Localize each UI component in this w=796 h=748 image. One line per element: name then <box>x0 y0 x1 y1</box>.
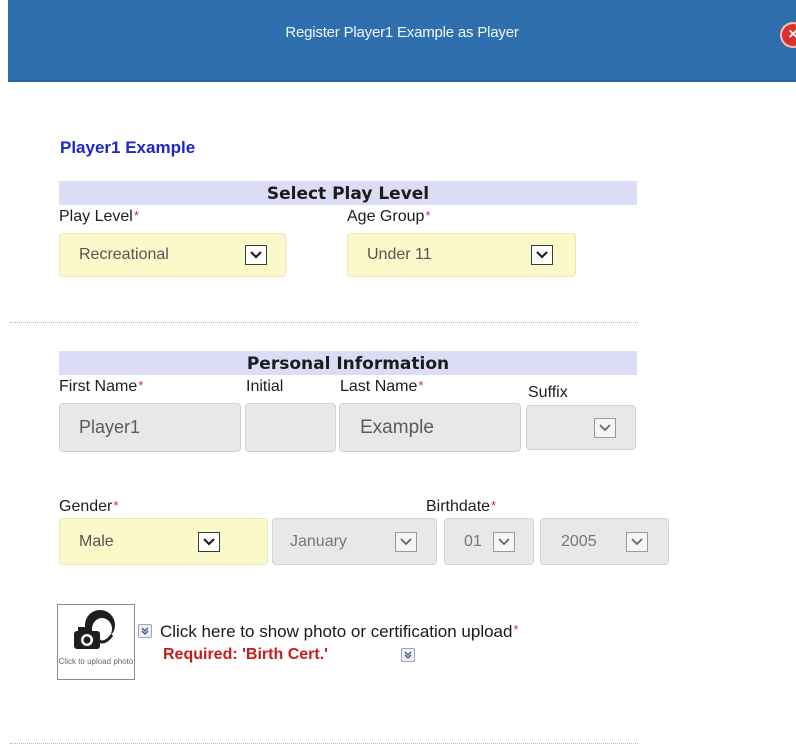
play-level-label: Play Level* <box>59 208 139 225</box>
birth-month-select[interactable]: January <box>272 518 437 565</box>
gender-select[interactable]: Male <box>59 518 268 565</box>
play-level-select[interactable]: Recreational <box>59 233 286 277</box>
first-name-label: First Name* <box>59 378 144 395</box>
player-name: Player1 Example <box>60 138 196 157</box>
double-chevron-down-icon[interactable] <box>401 648 415 662</box>
gender-label: Gender* <box>59 498 119 515</box>
show-upload-link[interactable]: Click here to show photo or certificatio… <box>160 622 519 642</box>
upload-photo-button[interactable]: Click to upload photo <box>57 604 135 680</box>
initial-field[interactable] <box>245 403 336 452</box>
required-marker: * <box>425 208 431 223</box>
birth-year-value: 2005 <box>561 532 597 550</box>
chevron-down-icon[interactable] <box>395 532 417 552</box>
chevron-down-icon[interactable] <box>493 532 515 552</box>
dialog-header: Register Player1 Example as Player <box>8 0 796 82</box>
chevron-down-icon[interactable] <box>531 245 553 265</box>
chevron-down-icon[interactable] <box>594 418 616 438</box>
required-marker: * <box>133 208 139 223</box>
chevron-down-icon[interactable] <box>245 245 267 265</box>
birth-month-value: January <box>290 532 347 550</box>
initial-label: Initial <box>246 378 284 395</box>
birthdate-label: Birthdate* <box>426 498 497 515</box>
last-name-label: Last Name* <box>340 378 424 395</box>
birth-year-select[interactable]: 2005 <box>540 518 669 565</box>
birth-day-value: 01 <box>464 532 482 550</box>
section-heading-play-level: Select Play Level <box>59 181 637 205</box>
gender-value: Male <box>79 532 114 550</box>
section-heading-personal-info: Personal Information <box>59 351 637 375</box>
chevron-down-icon[interactable] <box>626 532 648 552</box>
birth-day-select[interactable]: 01 <box>444 518 534 565</box>
camera-caption: Click to upload photo <box>58 657 134 666</box>
last-name-field[interactable]: Example <box>339 403 521 452</box>
required-marker: * <box>418 378 424 393</box>
suffix-select[interactable] <box>526 405 636 450</box>
required-document-text: Required: 'Birth Cert.' <box>163 646 328 663</box>
age-group-select[interactable]: Under 11 <box>347 233 576 277</box>
dialog-title: Register Player1 Example as Player <box>285 24 519 41</box>
play-level-value: Recreational <box>79 246 169 263</box>
required-marker: * <box>113 498 119 513</box>
double-chevron-down-icon[interactable] <box>138 624 152 638</box>
section-divider <box>10 322 638 323</box>
suffix-label: Suffix <box>528 384 568 401</box>
age-group-label: Age Group* <box>347 208 431 225</box>
last-name-value: Example <box>360 416 434 438</box>
required-marker: * <box>138 378 144 393</box>
age-group-value: Under 11 <box>367 246 432 263</box>
first-name-value: Player1 <box>79 417 141 437</box>
required-marker: * <box>513 622 519 637</box>
camera-icon <box>74 610 115 649</box>
first-name-field[interactable]: Player1 <box>59 403 241 452</box>
section-divider <box>10 743 638 744</box>
chevron-down-icon[interactable] <box>198 532 220 552</box>
required-marker: * <box>491 498 497 513</box>
